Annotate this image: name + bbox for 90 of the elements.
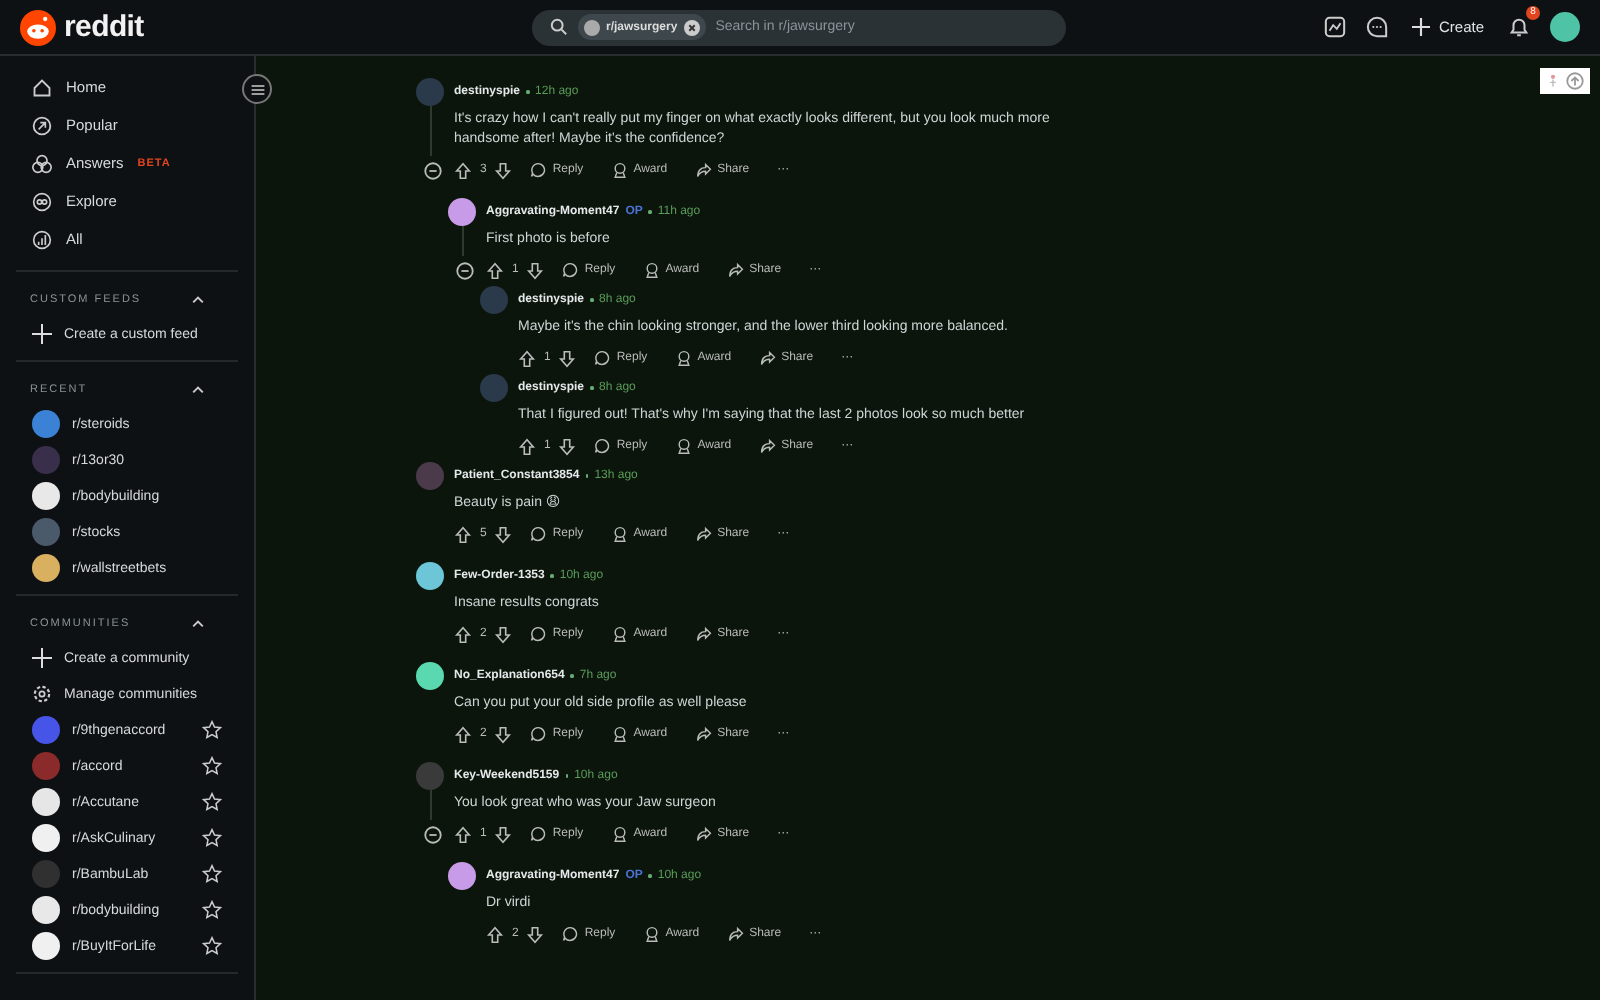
share-arrow-icon xyxy=(727,262,744,278)
user-avatar[interactable] xyxy=(448,862,476,890)
chevron-icon xyxy=(190,382,206,398)
collapse-icon[interactable] xyxy=(423,161,441,179)
star-icon[interactable] xyxy=(202,828,222,848)
share-arrow-icon xyxy=(759,438,776,454)
downvote-icon[interactable] xyxy=(558,437,577,455)
award-icon xyxy=(611,526,628,542)
downvote-icon[interactable] xyxy=(558,349,577,367)
notification-bell-icon[interactable] xyxy=(1508,16,1530,38)
downvote-icon[interactable] xyxy=(494,525,513,543)
menu-button[interactable] xyxy=(242,74,272,104)
upvote-icon[interactable] xyxy=(518,349,536,367)
speech-bubble-icon xyxy=(530,826,547,842)
star-icon[interactable] xyxy=(202,900,222,920)
share-arrow-icon xyxy=(759,350,776,366)
collapse-icon[interactable] xyxy=(423,825,441,843)
downvote-icon[interactable] xyxy=(494,825,513,843)
plus-icon xyxy=(32,648,52,668)
share-arrow-icon xyxy=(695,726,712,742)
award-icon xyxy=(611,626,628,642)
upvote-icon[interactable] xyxy=(454,625,472,643)
upvote-icon[interactable] xyxy=(454,825,472,843)
separator-dot xyxy=(550,574,554,578)
award-icon xyxy=(643,262,660,278)
star-icon[interactable] xyxy=(202,864,222,884)
user-avatar[interactable] xyxy=(1550,12,1580,42)
speech-bubble-icon xyxy=(594,438,611,454)
downvote-icon[interactable] xyxy=(494,725,513,743)
settings-icon xyxy=(32,684,52,704)
chevron-icon xyxy=(190,616,206,632)
answers-icon xyxy=(32,153,52,173)
speech-bubble-icon xyxy=(530,162,547,178)
speech-bubble-icon xyxy=(530,526,547,542)
star-icon[interactable] xyxy=(202,936,222,956)
downvote-icon[interactable] xyxy=(494,625,513,643)
user-avatar[interactable] xyxy=(416,562,444,590)
chat-icon[interactable] xyxy=(1366,16,1389,38)
subreddit-avatar xyxy=(584,19,600,35)
trending-arrow-icon xyxy=(32,115,52,135)
speech-bubble-icon xyxy=(530,726,547,742)
upload-icon[interactable] xyxy=(1566,72,1584,90)
separator-dot xyxy=(570,674,574,678)
speech-bubble-icon xyxy=(594,350,611,366)
upvote-icon[interactable] xyxy=(486,925,504,943)
downvote-icon[interactable] xyxy=(526,261,545,279)
upvote-icon[interactable] xyxy=(454,161,472,179)
upvote-icon[interactable] xyxy=(518,437,536,455)
speech-bubble-icon xyxy=(562,926,579,942)
upvote-icon[interactable] xyxy=(486,261,504,279)
explore-icon xyxy=(32,191,52,211)
home-icon xyxy=(32,77,52,97)
advertise-icon[interactable] xyxy=(1324,16,1347,38)
separator-dot xyxy=(590,298,594,302)
award-icon xyxy=(643,926,660,942)
collapse-icon[interactable] xyxy=(455,261,473,279)
share-arrow-icon xyxy=(695,626,712,642)
plus-icon xyxy=(1412,18,1431,36)
downvote-icon[interactable] xyxy=(494,161,513,179)
share-arrow-icon xyxy=(695,162,712,178)
chart-circle-icon xyxy=(32,229,52,249)
award-icon xyxy=(611,726,628,742)
close-icon[interactable] xyxy=(683,19,700,35)
separator-dot xyxy=(590,386,594,390)
award-icon xyxy=(611,162,628,178)
plus-icon xyxy=(32,324,52,344)
separator-dot xyxy=(648,874,652,878)
star-icon[interactable] xyxy=(202,756,222,776)
menu-icon xyxy=(249,81,265,97)
speech-bubble-icon xyxy=(562,262,579,278)
award-icon xyxy=(611,826,628,842)
upvote-icon[interactable] xyxy=(454,725,472,743)
award-icon xyxy=(675,350,692,366)
user-avatar[interactable] xyxy=(448,198,476,226)
upvote-icon[interactable] xyxy=(454,525,472,543)
share-arrow-icon xyxy=(727,926,744,942)
separator-dot xyxy=(648,210,652,214)
downvote-icon[interactable] xyxy=(526,925,545,943)
logo-wordmark[interactable]: reddit xyxy=(64,10,144,44)
share-arrow-icon xyxy=(695,826,712,842)
share-arrow-icon xyxy=(695,526,712,542)
user-avatar[interactable] xyxy=(416,662,444,690)
search-icon xyxy=(550,18,568,36)
star-icon[interactable] xyxy=(202,720,222,740)
award-icon xyxy=(675,438,692,454)
separator-dot xyxy=(526,90,530,94)
logo-icon[interactable] xyxy=(20,9,56,45)
speech-bubble-icon xyxy=(530,626,547,642)
star-icon[interactable] xyxy=(202,792,222,812)
chevron-icon xyxy=(190,292,206,308)
